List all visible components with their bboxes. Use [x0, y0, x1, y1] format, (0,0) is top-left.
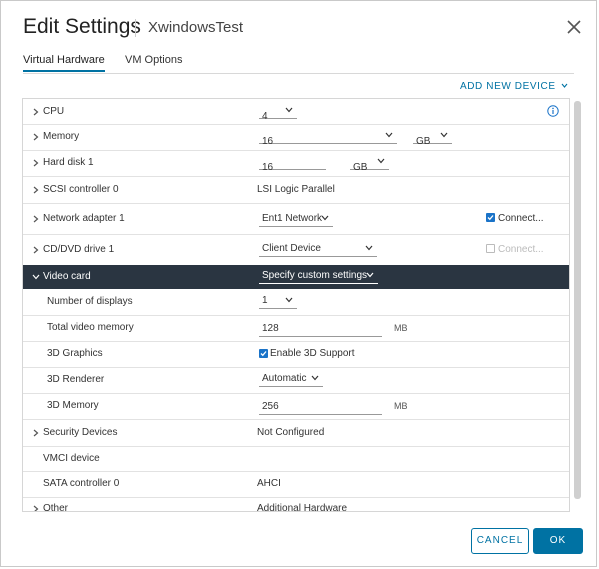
sata-value: AHCI	[257, 478, 281, 489]
total-video-memory-value: 128	[262, 323, 279, 334]
chevron-right-icon[interactable]	[33, 186, 39, 194]
hard-disk-unit-select[interactable]: GB	[350, 155, 389, 173]
hardware-table: CPU 4 Memory 16 GB Hard disk 1 16 GB SCS…	[22, 98, 570, 512]
3d-memory-input[interactable]: 256	[259, 400, 382, 415]
cd-dvd-select[interactable]: Client Device	[259, 242, 377, 257]
checkmark-icon	[260, 351, 267, 357]
total-video-memory-unit: MB	[394, 323, 408, 333]
scsi-label: SCSI controller 0	[43, 184, 119, 195]
row-other: Other Additional Hardware	[23, 497, 569, 512]
row-hard-disk: Hard disk 1 16 GB	[23, 150, 569, 177]
chevron-down-icon	[365, 245, 373, 251]
enable-3d-label: Enable 3D Support	[270, 348, 355, 359]
chevron-right-icon[interactable]	[33, 215, 39, 223]
network-connect-label: Connect...	[498, 213, 544, 224]
3d-renderer-label: 3D Renderer	[47, 374, 105, 385]
video-card-settings-select[interactable]: Specify custom settings	[259, 269, 378, 284]
row-scsi-controller: SCSI controller 0 LSI Logic Parallel	[23, 176, 569, 204]
chevron-down-icon	[385, 132, 393, 138]
row-vmci-device: VMCI device	[23, 446, 569, 472]
enable-3d-checkbox[interactable]	[259, 349, 268, 358]
edit-settings-dialog: Edit Settings XwindowsTest Virtual Hardw…	[0, 0, 597, 567]
sata-label: SATA controller 0	[43, 478, 120, 489]
total-video-memory-input[interactable]: 128	[259, 322, 382, 337]
scrollbar[interactable]	[574, 101, 581, 499]
scsi-value: LSI Logic Parallel	[257, 184, 335, 195]
chevron-down-icon	[321, 215, 329, 221]
close-icon[interactable]	[566, 19, 582, 35]
chevron-right-icon[interactable]	[33, 159, 39, 167]
security-devices-label: Security Devices	[43, 427, 118, 438]
memory-size-select[interactable]: 16	[259, 129, 397, 147]
ok-button[interactable]: OK	[533, 528, 583, 554]
row-video-card: Video card Specify custom settings	[23, 265, 569, 289]
total-video-memory-label: Total video memory	[47, 322, 134, 333]
row-cd-dvd-drive: CD/DVD drive 1 Client Device Connect...	[23, 234, 569, 266]
row-3d-renderer: 3D Renderer Automatic	[23, 367, 569, 394]
row-cpu: CPU 4	[23, 99, 569, 125]
chevron-down-icon	[366, 272, 374, 278]
num-displays-value: 1	[262, 295, 268, 306]
hard-disk-label: Hard disk 1	[43, 157, 94, 168]
3d-memory-value: 256	[262, 401, 279, 412]
checkmark-icon	[487, 215, 494, 221]
cancel-button[interactable]: CANCEL	[471, 528, 529, 554]
chevron-down-icon[interactable]	[32, 274, 40, 280]
chevron-right-icon[interactable]	[33, 108, 39, 116]
cpu-label: CPU	[43, 106, 65, 117]
chevron-right-icon[interactable]	[33, 505, 39, 512]
row-memory: Memory 16 GB	[23, 124, 569, 151]
memory-unit-select[interactable]: GB	[413, 129, 452, 147]
chevron-down-icon	[285, 297, 293, 303]
tab-vm-options[interactable]: VM Options	[125, 54, 182, 70]
3d-memory-unit: MB	[394, 401, 408, 411]
info-icon[interactable]	[547, 105, 559, 117]
other-value: Additional Hardware	[257, 503, 348, 512]
security-devices-value: Not Configured	[257, 427, 325, 438]
tab-virtual-hardware[interactable]: Virtual Hardware	[23, 54, 105, 72]
chevron-down-icon	[311, 375, 319, 381]
title-divider	[135, 19, 136, 37]
vm-name: XwindowsTest	[148, 19, 244, 36]
chevron-down-icon	[561, 83, 568, 88]
network-label: Network adapter 1	[43, 213, 125, 224]
row-network-adapter: Network adapter 1 Ent1 Network Connect..…	[23, 203, 569, 235]
memory-label: Memory	[43, 131, 80, 142]
3d-renderer-value: Automatic	[262, 373, 307, 384]
row-total-video-memory: Total video memory 128 MB	[23, 315, 569, 342]
cd-dvd-connect-label: Connect...	[498, 244, 544, 255]
row-security-devices: Security Devices Not Configured	[23, 419, 569, 447]
row-3d-memory: 3D Memory 256 MB	[23, 393, 569, 420]
video-card-settings-value: Specify custom settings	[262, 270, 368, 281]
row-sata-controller: SATA controller 0 AHCI	[23, 471, 569, 498]
add-new-device-label: ADD NEW DEVICE	[459, 81, 556, 92]
3d-memory-label: 3D Memory	[47, 400, 99, 411]
3d-graphics-label: 3D Graphics	[47, 348, 103, 359]
chevron-down-icon	[285, 107, 293, 113]
row-number-of-displays: Number of displays 1	[23, 289, 569, 316]
num-displays-label: Number of displays	[47, 296, 133, 307]
video-card-label: Video card	[43, 271, 91, 282]
add-new-device-button[interactable]: ADD NEW DEVICE	[460, 81, 568, 92]
3d-renderer-select[interactable]: Automatic	[259, 372, 323, 387]
cd-dvd-label: CD/DVD drive 1	[43, 244, 115, 255]
cd-dvd-value: Client Device	[262, 243, 321, 254]
chevron-right-icon[interactable]	[33, 429, 39, 437]
chevron-down-icon	[440, 132, 448, 138]
chevron-right-icon[interactable]	[33, 246, 39, 254]
vmci-label: VMCI device	[43, 453, 100, 464]
network-connect-checkbox[interactable]	[486, 213, 495, 222]
dialog-title: Edit Settings	[23, 15, 141, 38]
chevron-right-icon[interactable]	[33, 133, 39, 141]
network-value: Ent1 Network	[262, 213, 323, 224]
row-3d-graphics: 3D Graphics Enable 3D Support	[23, 341, 569, 368]
cd-dvd-connect-checkbox[interactable]	[486, 244, 495, 253]
chevron-down-icon	[377, 158, 385, 164]
network-select[interactable]: Ent1 Network	[259, 212, 333, 227]
other-label: Other	[43, 503, 69, 512]
num-displays-select[interactable]: 1	[259, 294, 297, 309]
cpu-count-select[interactable]: 4	[259, 104, 297, 122]
hard-disk-size-input[interactable]: 16	[259, 155, 326, 173]
tab-bar: Virtual Hardware VM Options	[23, 54, 574, 74]
